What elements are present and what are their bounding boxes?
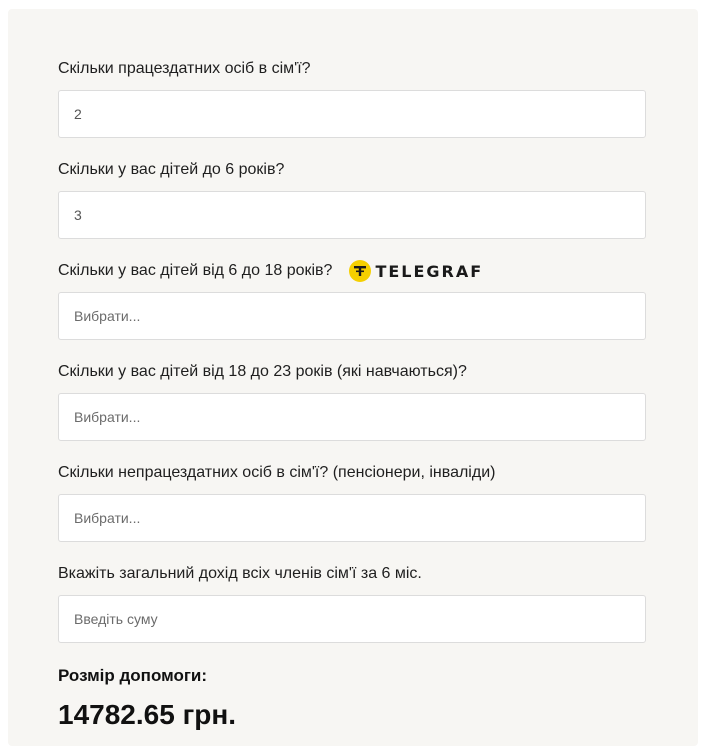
children-18-23-select[interactable]: Вибрати... (58, 393, 646, 441)
children-6-18-select[interactable]: Вибрати... (58, 292, 646, 340)
result-label: Розмір допомоги: (58, 666, 208, 685)
telegraf-logo-text: TELEGRAF (375, 261, 484, 281)
disabled-persons-label: Скільки непрацездатних осіб в сім'ї? (пе… (58, 464, 496, 481)
children-under-6-label: Скільки у вас дітей до 6 років? (58, 161, 285, 178)
able-bodied-select[interactable]: 2 (58, 90, 646, 138)
calculator-panel: Скільки працездатних осіб в сім'ї? 2 Скі… (8, 9, 698, 746)
children-6-18-label: Скільки у вас дітей від 6 до 18 років? (58, 262, 333, 279)
telegraf-logo-icon (349, 260, 372, 282)
income-label: Вкажіть загальний дохід всіх членів сім'… (58, 565, 422, 582)
field-label-row: Скільки працездатних осіб в сім'ї? (58, 59, 648, 79)
field-label-row: Скільки у вас дітей від 18 до 23 років (… (58, 362, 648, 382)
income-input[interactable]: Введіть суму (58, 595, 646, 643)
field-label-row: Скільки у вас дітей від 6 до 18 років? T… (58, 259, 648, 283)
children-18-23-label: Скільки у вас дітей від 18 до 23 років (… (58, 363, 467, 380)
telegraf-watermark: TELEGRAF (349, 259, 483, 283)
result-value: 14782.65 грн. (58, 699, 237, 730)
disabled-persons-select[interactable]: Вибрати... (58, 494, 646, 542)
able-bodied-label: Скільки працездатних осіб в сім'ї? (58, 60, 311, 77)
field-label-row: Вкажіть загальний дохід всіх членів сім'… (58, 564, 648, 584)
field-label-row: Скільки непрацездатних осіб в сім'ї? (пе… (58, 463, 648, 483)
children-under-6-select[interactable]: 3 (58, 191, 646, 239)
calculator-form: Скільки працездатних осіб в сім'ї? 2 Скі… (58, 59, 648, 732)
field-label-row: Скільки у вас дітей до 6 років? (58, 160, 648, 180)
